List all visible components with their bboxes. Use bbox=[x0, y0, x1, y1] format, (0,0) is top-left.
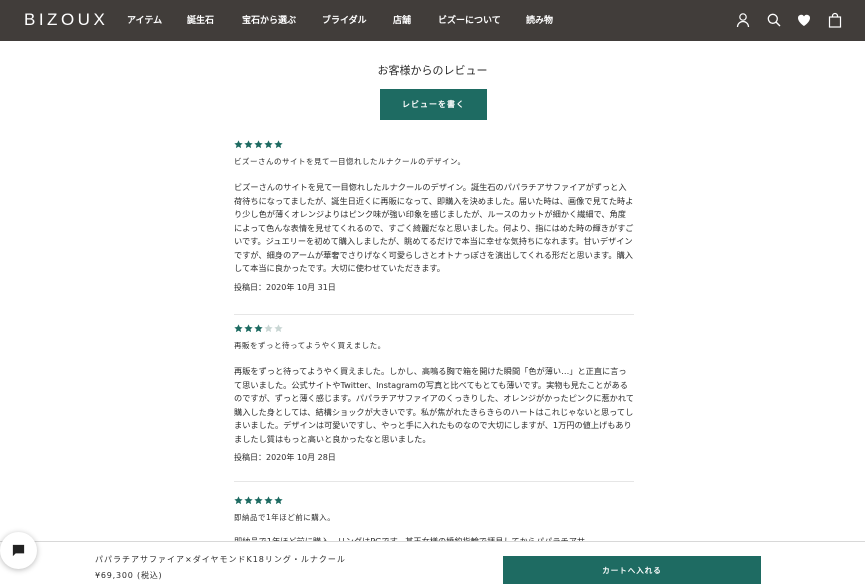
star-rating bbox=[234, 324, 634, 334]
chat-icon bbox=[12, 544, 25, 557]
nav-item-by-gem[interactable]: 宝石から選ぶ bbox=[242, 13, 296, 26]
review-date: 投稿日：2020年 10月 28日 bbox=[234, 453, 336, 462]
star-filled-icon bbox=[254, 324, 263, 333]
nav-item-birthstone[interactable]: 誕生石 bbox=[187, 13, 214, 26]
review-item: ビズーさんのサイトを見て一目惚れしたルナクールのデザイン。 ビズーさんのサイトを… bbox=[234, 140, 634, 293]
site-logo[interactable]: BIZOUX bbox=[24, 10, 108, 30]
review-date: 投稿日：2020年 10月 31日 bbox=[234, 282, 336, 292]
reviews-heading: お客様からのレビュー bbox=[377, 64, 488, 77]
nav-item-about[interactable]: ビズーについて bbox=[438, 13, 501, 26]
star-filled-icon bbox=[274, 496, 283, 505]
star-filled-icon bbox=[234, 496, 243, 505]
add-to-cart-button[interactable]: カートへ入れる bbox=[503, 556, 761, 584]
star-filled-icon bbox=[234, 324, 243, 333]
nav-item-journal[interactable]: 読み物 bbox=[526, 13, 553, 26]
chat-button[interactable] bbox=[0, 532, 37, 569]
star-empty-icon bbox=[264, 324, 273, 333]
sticky-cart-bar: パパラチアサファイア×ダイヤモンドK18リング・ルナクール ¥69,300 (税… bbox=[0, 541, 865, 587]
star-filled-icon bbox=[274, 140, 283, 149]
star-filled-icon bbox=[244, 496, 253, 505]
review-body: 再販をずっと待ってようやく買えました。しかし、高鳴る胸で箱を開けた瞬間「色が薄い… bbox=[234, 366, 634, 444]
star-empty-icon bbox=[274, 324, 283, 333]
review-divider bbox=[234, 481, 634, 482]
product-name: パパラチアサファイア×ダイヤモンドK18リング・ルナクール bbox=[95, 555, 346, 564]
product-price: ¥69,300 (税込) bbox=[95, 571, 163, 580]
star-filled-icon bbox=[234, 140, 243, 149]
site-header: BIZOUX アイテム 誕生石 宝石から選ぶ ブライダル 店舗 ビズーについて … bbox=[0, 0, 865, 41]
review-title: 再販をずっと待ってようやく買えました。 bbox=[234, 341, 386, 350]
star-filled-icon bbox=[264, 496, 273, 505]
star-filled-icon bbox=[254, 496, 263, 505]
star-filled-icon bbox=[244, 324, 253, 333]
review-title: 即納品で1年ほど前に購入。 bbox=[234, 513, 336, 522]
review-body: ビズーさんのサイトを見て一目惚れしたルナクールのデザイン。誕生石のパパラチアサフ… bbox=[234, 182, 634, 273]
star-rating bbox=[234, 140, 634, 150]
account-icon[interactable] bbox=[735, 12, 751, 28]
nav-item-stores[interactable]: 店舗 bbox=[393, 13, 411, 26]
write-review-button[interactable]: レビューを書く bbox=[380, 89, 487, 120]
star-rating bbox=[234, 496, 634, 506]
star-filled-icon bbox=[254, 140, 263, 149]
nav-item-bridal[interactable]: ブライダル bbox=[322, 13, 367, 26]
review-divider bbox=[234, 314, 634, 315]
review-item: 再販をずっと待ってようやく買えました。 再販をずっと待ってようやく買えました。し… bbox=[234, 324, 634, 463]
star-filled-icon bbox=[244, 140, 253, 149]
nav-item-items[interactable]: アイテム bbox=[127, 13, 162, 26]
bag-icon[interactable] bbox=[827, 12, 843, 28]
review-title: ビズーさんのサイトを見て一目惚れしたルナクールのデザイン。 bbox=[234, 157, 466, 166]
search-icon[interactable] bbox=[766, 12, 782, 28]
heart-icon[interactable] bbox=[796, 12, 812, 28]
star-filled-icon bbox=[264, 140, 273, 149]
